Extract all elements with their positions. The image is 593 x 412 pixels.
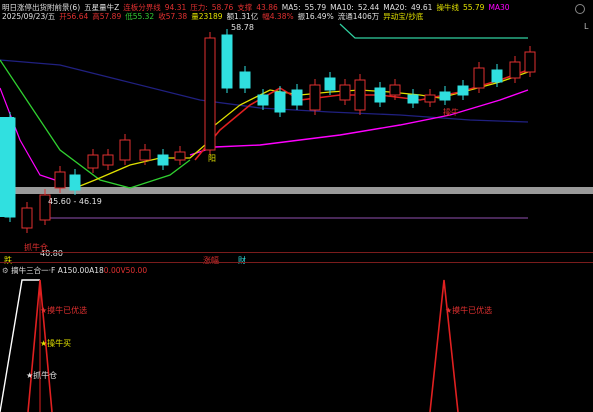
- sub-value-0: A15: [57, 266, 73, 275]
- sub-value-1: 0.00: [72, 266, 90, 275]
- axis-separator: [0, 252, 593, 253]
- candle-body: [374, 87, 386, 103]
- candle-body: [239, 71, 251, 89]
- chart-canvas: [0, 23, 593, 412]
- candle-body: [407, 94, 419, 104]
- panel-separator: [0, 262, 593, 263]
- candle-body: [424, 94, 436, 103]
- sub-value-2: A18: [89, 266, 104, 275]
- candle-body: [69, 174, 81, 191]
- bull-label-1: ★摸牛已优选: [40, 306, 88, 315]
- sub-value-5: 0.00: [130, 266, 148, 275]
- candle-body: [119, 139, 131, 161]
- bull-label-3: ★抓牛仓: [26, 371, 58, 380]
- high-price-label: 58.78: [231, 23, 254, 32]
- candle-body: [157, 154, 169, 166]
- sub-panel-title: 摘牛三合一·F: [11, 266, 56, 275]
- candle-body: [509, 61, 521, 79]
- candle-body: [457, 85, 469, 96]
- candle-body: [102, 154, 114, 166]
- ma-teal-line: [339, 23, 528, 39]
- big-candle: [0, 117, 14, 217]
- support-band: [0, 187, 593, 194]
- sub-value-3: 0.00: [103, 266, 121, 275]
- cow-badge: 操牛: [443, 108, 459, 117]
- candle-body: [221, 34, 233, 89]
- candle-body: [257, 94, 269, 106]
- candle-body: [339, 84, 351, 101]
- candle-body: [354, 79, 366, 111]
- candle-body: [524, 51, 536, 73]
- bull-label-2: ★操牛买: [40, 339, 72, 348]
- ma-green-line: [0, 59, 191, 189]
- sub-panel-gear-icon[interactable]: ⚙: [2, 266, 9, 275]
- candle-body: [291, 89, 303, 106]
- candle-body: [439, 91, 451, 101]
- candle-body: [54, 171, 66, 189]
- sub-panel-header: ⚙ 摘牛三合一·F A150.00A180.00V50.00: [2, 265, 147, 276]
- candle-body: [274, 91, 286, 113]
- range-label: 45.60 - 46.19: [48, 197, 102, 206]
- candle-body: [309, 84, 321, 111]
- candle-body: [139, 149, 151, 161]
- axis-mid2-label: 财: [238, 256, 246, 265]
- candle-body: [21, 207, 33, 229]
- bull-label-4: ★摸牛已优选: [445, 306, 493, 315]
- candle-body: [324, 77, 336, 91]
- candle-body: [87, 154, 99, 169]
- candle-body: [473, 67, 485, 89]
- sub-value-4: V5: [120, 266, 131, 275]
- axis-mid-label: 涨幅: [203, 256, 219, 265]
- candle-body: [174, 151, 186, 161]
- candle-body: [389, 84, 401, 96]
- candle-body: [491, 69, 503, 83]
- ind-red-spike-right: [429, 279, 459, 412]
- candle-body: [204, 37, 216, 151]
- yang-label: 阳: [208, 154, 216, 163]
